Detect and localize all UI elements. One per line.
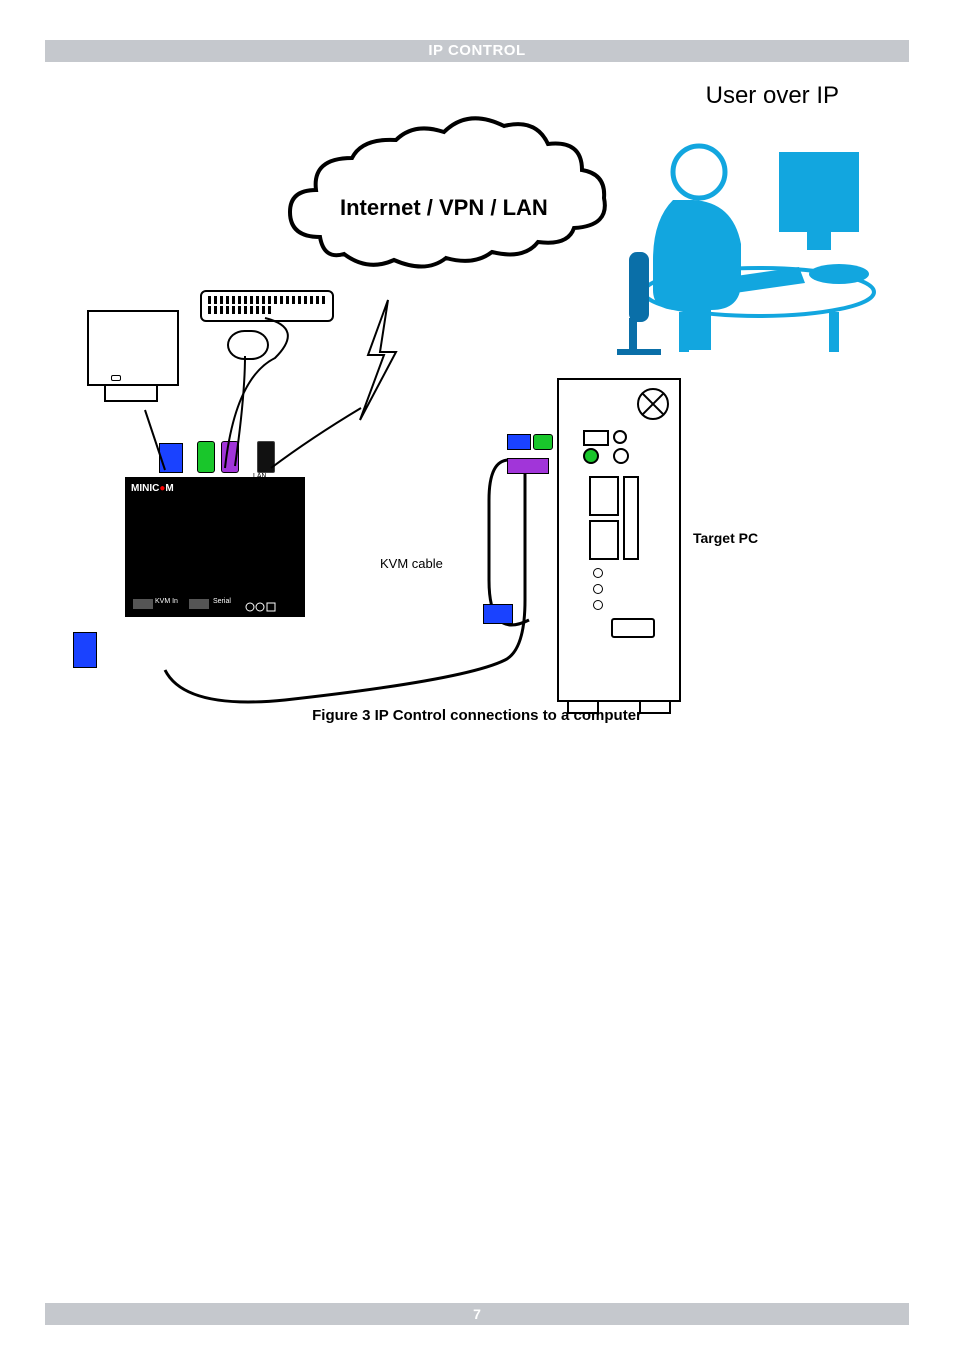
- kvm-cable-icon: [45, 72, 905, 732]
- figure-caption: Figure 3 IP Control connections to a com…: [45, 707, 909, 724]
- page-footer-bar: 7: [45, 1303, 909, 1325]
- kvm-cable-label: KVM cable: [380, 556, 443, 571]
- target-pc-tower-icon: [557, 378, 681, 702]
- target-pc-label: Target PC: [693, 530, 758, 546]
- figure-3-diagram: User over IP Internet / VPN / LAN: [45, 72, 909, 752]
- page-header-bar: IP CONTROL: [45, 40, 909, 62]
